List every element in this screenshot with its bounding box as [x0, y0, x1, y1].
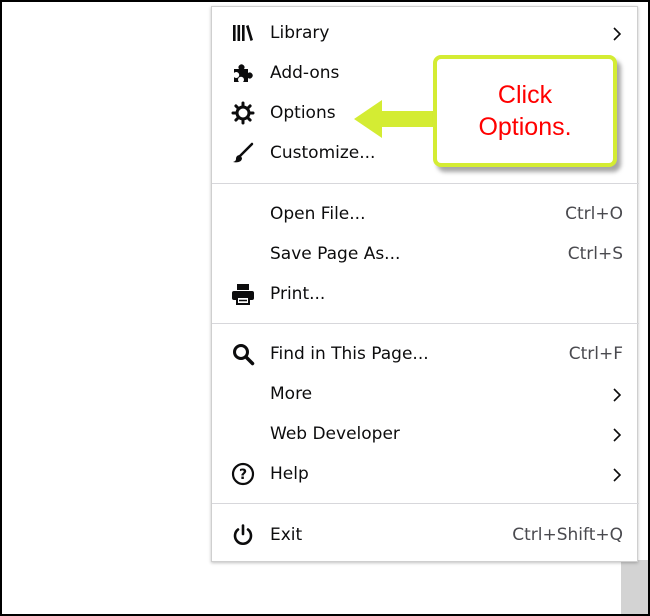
menu-item-label: Help	[270, 464, 309, 484]
svg-text:?: ?	[239, 467, 247, 483]
menu-item-label: Customize...	[270, 143, 376, 163]
callout-arrow-icon	[354, 100, 436, 138]
callout-box: Click Options.	[433, 55, 617, 167]
menu-item-label: More	[270, 384, 313, 404]
menu-item-help[interactable]: ? Help	[212, 454, 639, 494]
menu-separator	[212, 183, 639, 184]
menu-item-label: Exit	[270, 525, 303, 545]
library-icon	[230, 20, 256, 46]
puzzle-icon	[230, 60, 256, 86]
menu-item-shortcut: Ctrl+Shift+Q	[512, 525, 623, 545]
menu-item-label: Library	[270, 23, 330, 43]
menu-item-label: Save Page As...	[270, 244, 401, 264]
menu-item-label: Open File...	[270, 204, 366, 224]
chevron-right-icon	[613, 467, 622, 487]
gear-icon	[230, 100, 256, 126]
menu-item-save-page-as[interactable]: Save Page As... Ctrl+S	[212, 234, 639, 274]
chevron-right-icon	[613, 427, 622, 447]
chevron-right-icon	[613, 387, 622, 407]
callout-line-2: Options.	[478, 113, 572, 141]
menu-item-shortcut: Ctrl+O	[565, 204, 623, 224]
menu-item-open-file[interactable]: Open File... Ctrl+O	[212, 194, 639, 234]
menu-item-label: Add-ons	[270, 63, 340, 83]
help-icon: ?	[230, 461, 256, 487]
paintbrush-icon	[230, 140, 256, 166]
chevron-right-icon	[613, 26, 622, 46]
scrollbar-area[interactable]	[621, 560, 648, 614]
menu-item-label: Find in This Page...	[270, 344, 429, 364]
menu-separator	[212, 323, 639, 324]
menu-separator	[212, 503, 639, 504]
menu-item-find-in-page[interactable]: Find in This Page... Ctrl+F	[212, 334, 639, 374]
menu-item-label: Web Developer	[270, 424, 400, 444]
search-icon	[230, 341, 256, 367]
menu-item-shortcut: Ctrl+F	[568, 344, 623, 364]
menu-item-print[interactable]: Print...	[212, 274, 639, 314]
menu-item-label: Print...	[270, 284, 326, 304]
power-icon	[230, 522, 256, 548]
menu-item-more[interactable]: More	[212, 374, 639, 414]
menu-item-web-developer[interactable]: Web Developer	[212, 414, 639, 454]
callout-line-1: Click	[497, 81, 553, 109]
menu-item-shortcut: Ctrl+S	[567, 244, 623, 264]
menu-item-label: Options	[270, 103, 336, 123]
callout-text: Click Options.	[440, 79, 610, 143]
menu-item-exit[interactable]: Exit Ctrl+Shift+Q	[212, 515, 639, 555]
printer-icon	[230, 281, 256, 307]
menu-item-library[interactable]: Library	[212, 13, 639, 53]
